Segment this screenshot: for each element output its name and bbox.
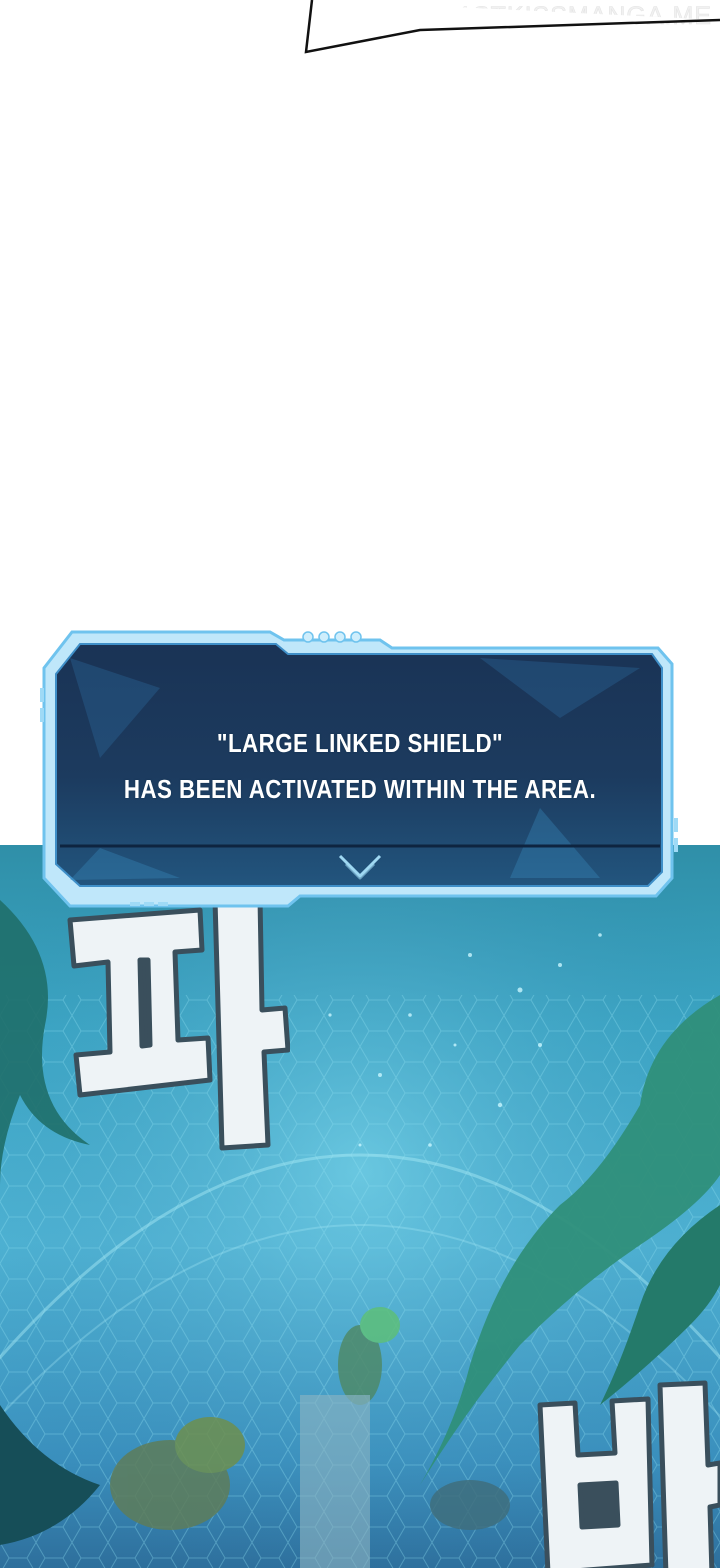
sfx-ba: 바 — [520, 1375, 720, 1568]
shield-art-panel: 파 바 — [0, 845, 720, 1568]
system-message: "LARGE LINKED SHIELD" HAS BEEN ACTIVATED… — [40, 720, 680, 812]
sfx-pa-glyph — [67, 895, 290, 1151]
system-message-line1: "LARGE LINKED SHIELD" — [216, 728, 504, 758]
sfx-ba-text: 바 — [520, 1375, 720, 1381]
sfx-ba-glyph — [537, 1380, 720, 1568]
system-message-line2: HAS BEEN ACTIVATED WITHIN THE AREA. — [123, 774, 597, 804]
sfx-pa: 파 — [50, 890, 290, 1160]
speech-bubble-edge — [304, 0, 720, 54]
